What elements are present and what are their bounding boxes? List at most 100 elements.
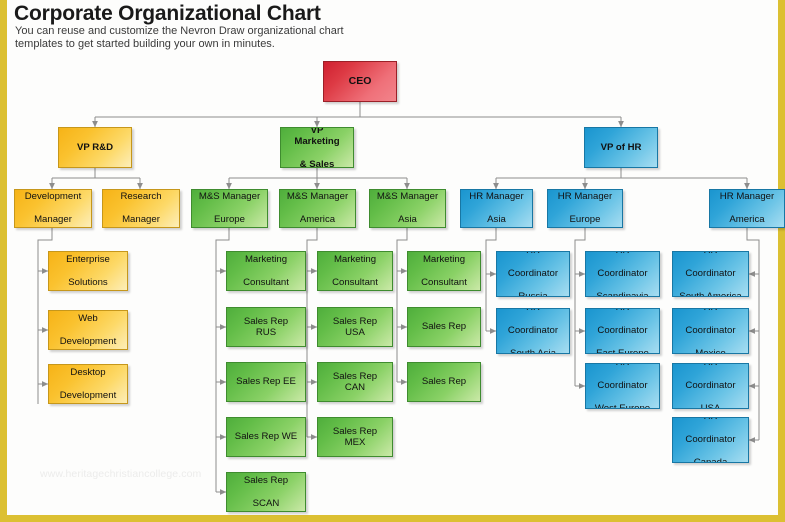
node-sr-ee-line1: Sales Rep EE [236, 376, 296, 388]
node-hrc-sas-line3: South Asia [510, 348, 556, 354]
node-sales-rep-asia-1[interactable]: Sales Rep [407, 307, 481, 347]
node-sr-as2-line1: Sales Rep [421, 376, 467, 388]
node-marketing-consultant-asia[interactable]: Marketing Consultant [407, 251, 481, 291]
node-vp-marketing-sales[interactable]: VP Marketing & Sales [280, 127, 354, 168]
node-hrc-we-line3: West Europe [594, 403, 651, 409]
org-chart-page: Corporate Organizational Chart You can r… [0, 0, 785, 522]
node-hrc-scan-line3: Scandinavia [596, 291, 649, 297]
node-vp-hr-line1: VP of HR [600, 141, 642, 153]
node-vp-ms-line1: VP Marketing [294, 127, 340, 147]
node-ms-am-line1: M&S Manager [286, 191, 349, 203]
node-marketing-consultant-europe[interactable]: Marketing Consultant [226, 251, 306, 291]
node-hr-coordinator-south-america[interactable]: HR Coordinator South America [672, 251, 749, 297]
node-sr-usa-line1: Sales Rep USA [332, 315, 378, 339]
node-sales-rep-usa[interactable]: Sales Rep USA [317, 307, 393, 347]
node-hr-eu-line1: HR Manager [557, 191, 613, 203]
node-vp-rnd-line1: VP R&D [76, 141, 114, 153]
node-hrc-can-line2: Coordinator [685, 434, 736, 446]
node-ent-sol-line1: Enterprise [66, 253, 110, 265]
node-sr-we-line1: Sales Rep WE [234, 431, 298, 443]
node-ms-am-line2: America [299, 214, 336, 226]
node-hrc-rus-line2: Coordinator [507, 268, 559, 280]
node-hr-manager-asia[interactable]: HR Manager Asia [460, 189, 533, 228]
node-hrc-sam-line3: South America [679, 291, 742, 297]
node-res-mgr-line2: Manager [122, 214, 160, 226]
node-hrc-sas-line2: Coordinator [507, 325, 559, 337]
node-hr-coordinator-scandinavia[interactable]: HR Coordinator Scandinavia [585, 251, 660, 297]
node-hr-as-line2: Asia [487, 214, 506, 226]
node-hrc-can-line1: HR [682, 418, 738, 423]
node-hrc-rus-line3: Russia [518, 291, 548, 297]
node-hrc-ee-line3: East Europe [596, 348, 649, 354]
node-web-dev-line2: Development [59, 335, 117, 347]
node-hrc-ee-line2: Coordinator [597, 325, 648, 337]
node-hr-eu-line2: Europe [569, 214, 601, 226]
node-hr-coordinator-east-europe[interactable]: HR Coordinator East Europe [585, 308, 660, 354]
node-hr-coordinator-west-europe[interactable]: HR Coordinator West Europe [585, 363, 660, 409]
node-hrc-usa-line1: HR [682, 364, 738, 369]
node-ms-manager-europe[interactable]: M&S Manager Europe [191, 189, 268, 228]
node-ms-eu-line1: M&S Manager [198, 191, 261, 203]
node-ms-manager-asia[interactable]: M&S Manager Asia [369, 189, 446, 228]
node-ent-sol-line2: Solutions [68, 276, 108, 288]
node-mc-as-line2: Consultant [421, 276, 467, 288]
node-ms-as-line2: Asia [398, 214, 417, 226]
node-dev-mgr-line1: Development [24, 191, 82, 203]
node-sr-scan-line1: Sales Rep [243, 474, 289, 486]
node-sr-can-line1: Sales Rep CAN [332, 370, 378, 394]
node-hr-manager-america[interactable]: HR Manager America [709, 189, 785, 228]
node-ms-eu-line2: Europe [214, 214, 245, 226]
node-hr-manager-europe[interactable]: HR Manager Europe [547, 189, 623, 228]
node-hrc-can-line3: Canada [693, 457, 728, 463]
node-sales-rep-rus[interactable]: Sales Rep RUS [226, 307, 306, 347]
node-web-development[interactable]: Web Development [48, 310, 128, 350]
node-sales-rep-we[interactable]: Sales Rep WE [226, 417, 306, 457]
node-desk-dev-line2: Development [59, 389, 117, 401]
node-enterprise-solutions[interactable]: Enterprise Solutions [48, 251, 128, 291]
node-hrc-usa-line2: Coordinator [685, 380, 736, 392]
node-hrc-mex-line3: Mexico [695, 348, 726, 354]
node-hr-as-line1: HR Manager [469, 191, 524, 203]
node-mc-am-line1: Marketing [333, 253, 377, 265]
node-vp-rnd[interactable]: VP R&D [58, 127, 132, 168]
node-ceo[interactable]: CEO [323, 61, 397, 102]
node-hrc-mex-line2: Coordinator [685, 325, 736, 337]
node-research-manager[interactable]: Research Manager [102, 189, 180, 228]
node-mc-as-line1: Marketing [422, 253, 466, 265]
node-sr-mex-line1: Sales Rep MEX [332, 425, 378, 449]
node-mc-eu-line2: Consultant [243, 276, 289, 288]
node-desk-dev-line1: Desktop [70, 366, 106, 378]
node-dev-mgr-line2: Manager [34, 214, 72, 226]
node-ms-manager-america[interactable]: M&S Manager America [279, 189, 356, 228]
node-sales-rep-mex[interactable]: Sales Rep MEX [317, 417, 393, 457]
node-sr-as1-line1: Sales Rep [421, 321, 467, 333]
node-sales-rep-scan[interactable]: Sales Rep SCAN [226, 472, 306, 512]
node-development-manager[interactable]: Development Manager [14, 189, 92, 228]
node-sr-scan-line2: SCAN [252, 497, 280, 509]
node-desktop-development[interactable]: Desktop Development [48, 364, 128, 404]
node-hrc-scan-line1: HR [593, 252, 651, 257]
node-sales-rep-asia-2[interactable]: Sales Rep [407, 362, 481, 402]
node-hr-coordinator-russia[interactable]: HR Coordinator Russia [496, 251, 570, 297]
node-ms-as-line1: M&S Manager [376, 191, 439, 203]
node-hrc-sam-line1: HR [676, 252, 744, 257]
node-mc-eu-line1: Marketing [244, 253, 288, 265]
node-hr-coordinator-usa[interactable]: HR Coordinator USA [672, 363, 749, 409]
node-vp-hr[interactable]: VP of HR [584, 127, 658, 168]
node-hrc-sas-line1: HR [505, 309, 561, 314]
node-marketing-consultant-america[interactable]: Marketing Consultant [317, 251, 393, 291]
node-hrc-we-line2: Coordinator [597, 380, 648, 392]
node-hrc-scan-line2: Coordinator [597, 268, 648, 280]
node-ceo-line1: CEO [348, 74, 372, 87]
node-mc-am-line2: Consultant [332, 276, 378, 288]
node-sales-rep-can[interactable]: Sales Rep CAN [317, 362, 393, 402]
node-hr-coordinator-south-asia[interactable]: HR Coordinator South Asia [496, 308, 570, 354]
node-sr-rus-line1: Sales Rep RUS [243, 315, 289, 339]
node-hr-coordinator-mexico[interactable]: HR Coordinator Mexico [672, 308, 749, 354]
node-hr-am-line1: HR Manager [719, 191, 775, 203]
node-hrc-sam-line2: Coordinator [685, 268, 736, 280]
node-vp-ms-line2: & Sales [299, 159, 335, 168]
node-sales-rep-ee[interactable]: Sales Rep EE [226, 362, 306, 402]
node-hr-coordinator-canada[interactable]: HR Coordinator Canada [672, 417, 749, 463]
node-hr-am-line2: America [729, 214, 765, 226]
